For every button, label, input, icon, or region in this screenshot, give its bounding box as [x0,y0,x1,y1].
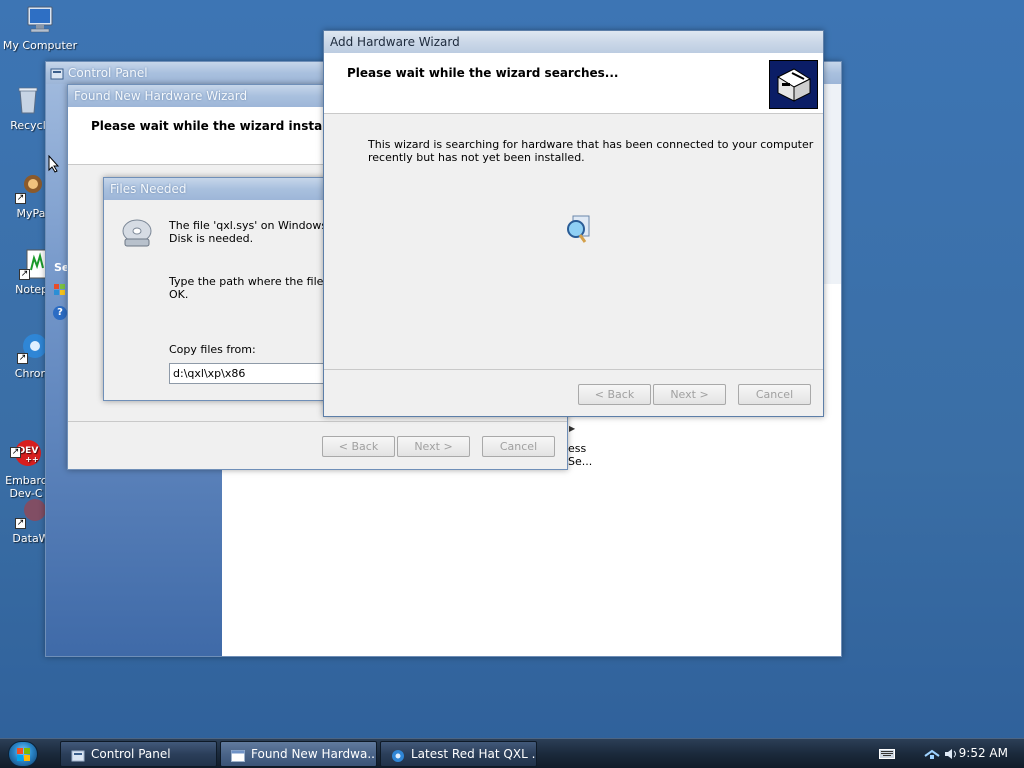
found-new-hardware-cancel-button[interactable]: Cancel [482,436,555,457]
add-hardware-next-button[interactable]: Next > [653,384,726,405]
mouse-cursor-icon [48,154,60,173]
desktop-icon-label: MyPa [16,207,46,220]
desktop-icon-label: Recycl [10,119,46,132]
search-magnifier-icon [565,212,593,244]
files-needed-instruction-line2: OK. [169,288,189,301]
taskbar: Control Panel Found New Hardwa... Latest… [0,738,1024,768]
shortcut-arrow-icon: ↗ [15,193,26,204]
taskbar-item-label: Control Panel [91,747,171,761]
add-hardware-wizard-window: Add Hardware Wizard Please wait while th… [323,30,824,417]
add-hardware-header: Please wait while the wizard searches... [324,53,823,114]
taskbar-item-red-hat-qxl[interactable]: Latest Red Hat QXL ... [380,741,537,767]
files-needed-title: Files Needed [110,182,187,196]
shortcut-arrow-icon: ↗ [10,447,21,458]
add-hardware-title: Add Hardware Wizard [330,35,460,49]
found-new-hardware-back-button[interactable]: < Back [322,436,395,457]
svg-text:++: ++ [25,455,38,464]
computer-icon [24,4,56,36]
add-hardware-back-button[interactable]: < Back [578,384,651,405]
taskbar-item-label: Latest Red Hat QXL ... [411,747,537,761]
control-panel-icon [71,747,85,762]
taskbar-clock[interactable]: 9:52 AM [959,746,1008,760]
start-button[interactable] [8,741,38,767]
found-new-hardware-title: Found New Hardware Wizard [74,89,248,103]
desktop-icon-my-computer[interactable]: My Computer [0,4,82,52]
play-arrow-icon: ▶ [569,424,576,433]
help-icon[interactable]: ? [53,306,67,320]
desktop-icon-label: DataW [12,532,50,545]
control-panel-scrollbar[interactable] [823,84,841,284]
dev-cpp-icon: DEV ++ ↗ [10,426,42,466]
copy-files-from-value: d:\qxl\xp\x86 [173,367,246,380]
found-new-hardware-footer-divider [68,421,567,422]
content-fragment-2: Se... [568,455,593,468]
chrome-icon [391,747,405,762]
control-panel-title: Control Panel [68,66,148,80]
taskbar-item-found-new-hardware[interactable]: Found New Hardwa... [220,741,377,767]
hardware-wizard-icon [769,60,818,109]
content-fragment-1: ess [568,442,587,455]
add-hardware-cancel-button[interactable]: Cancel [738,384,811,405]
recycle-bin-icon [12,84,44,116]
disk-drive-icon [120,216,154,250]
control-panel-title-icon [50,66,64,80]
desktop-icon-label: My Computer [2,39,78,52]
files-needed-message-line2: Disk is needed. [169,232,254,245]
volume-icon[interactable] [944,747,958,761]
files-needed-instruction-line1: Type the path where the file is lo [169,275,349,288]
add-hardware-description-line1: This wizard is searching for hardware th… [368,138,814,151]
add-hardware-description-line2: recently but has not yet been installed. [368,151,585,164]
taskbar-item-label: Found New Hardwa... [251,747,377,761]
windows-flag-icon [54,284,66,296]
add-hardware-footer-divider [324,369,823,370]
windows-logo-icon [17,748,31,762]
add-hardware-heading: Please wait while the wizard searches... [347,66,619,80]
copy-files-from-label: Copy files from: [169,343,256,356]
mypa-icon: ↗ [15,172,47,204]
window-icon [231,747,245,762]
taskbar-item-control-panel[interactable]: Control Panel [60,741,217,767]
datawa-icon: ↗ [15,497,47,529]
shortcut-arrow-icon: ↗ [15,518,26,529]
shortcut-arrow-icon: ↗ [19,269,30,280]
network-icon[interactable] [924,747,940,761]
found-new-hardware-next-button[interactable]: Next > [397,436,470,457]
shortcut-arrow-icon: ↗ [17,353,28,364]
add-hardware-titlebar[interactable]: Add Hardware Wizard [324,31,823,53]
keyboard-icon[interactable] [879,749,895,759]
